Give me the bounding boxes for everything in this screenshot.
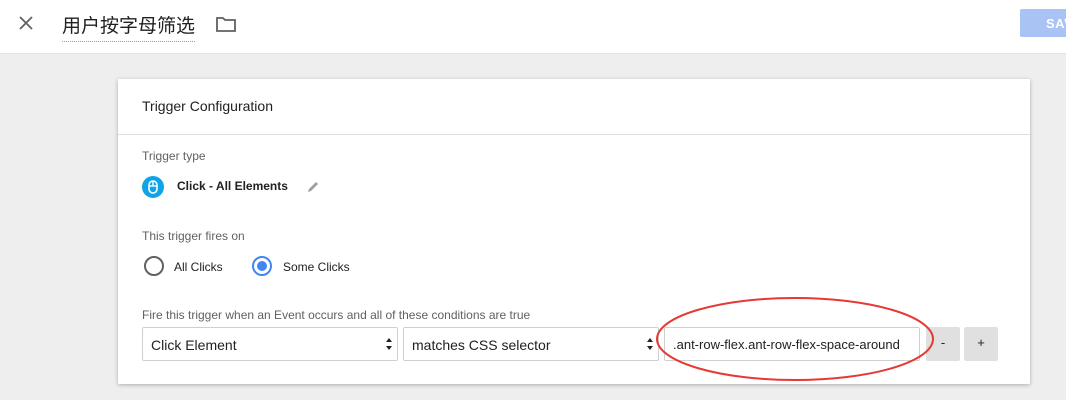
trigger-type-label: Trigger type [142, 149, 206, 163]
remove-condition-button[interactable]: - [926, 327, 960, 361]
select-arrows-icon [647, 338, 653, 350]
select-arrows-icon [386, 338, 392, 350]
mouse-icon [142, 176, 164, 198]
operator-select[interactable]: matches CSS selector [403, 327, 659, 361]
folder-icon[interactable] [215, 14, 237, 34]
radio-some-clicks[interactable] [252, 256, 272, 276]
conditions-label: Fire this trigger when an Event occurs a… [142, 308, 531, 322]
close-icon [19, 16, 33, 30]
save-button[interactable]: SAVE [1020, 9, 1066, 37]
radio-all-clicks-label[interactable]: All Clicks [174, 260, 223, 274]
radio-all-clicks[interactable] [144, 256, 164, 276]
trigger-type-name[interactable]: Click - All Elements [177, 179, 288, 193]
condition-value-input[interactable]: .ant-row-flex.ant-row-flex-space-around [664, 327, 920, 361]
close-button[interactable] [12, 9, 40, 37]
add-condition-button[interactable]: + [964, 327, 998, 361]
pencil-icon[interactable] [306, 180, 320, 194]
variable-select[interactable]: Click Element [142, 327, 398, 361]
variable-select-value: Click Element [151, 337, 237, 353]
radio-some-clicks-label[interactable]: Some Clicks [283, 260, 350, 274]
card-header: Trigger Configuration [118, 79, 1030, 135]
fires-on-label: This trigger fires on [142, 229, 245, 243]
operator-select-value: matches CSS selector [412, 337, 551, 353]
top-bar: 用户按字母筛选 SAVE [0, 0, 1066, 54]
card-title: Trigger Configuration [142, 98, 273, 114]
trigger-name-title[interactable]: 用户按字母筛选 [62, 11, 196, 42]
trigger-configuration-card: Trigger Configuration Trigger type Click… [118, 79, 1030, 384]
